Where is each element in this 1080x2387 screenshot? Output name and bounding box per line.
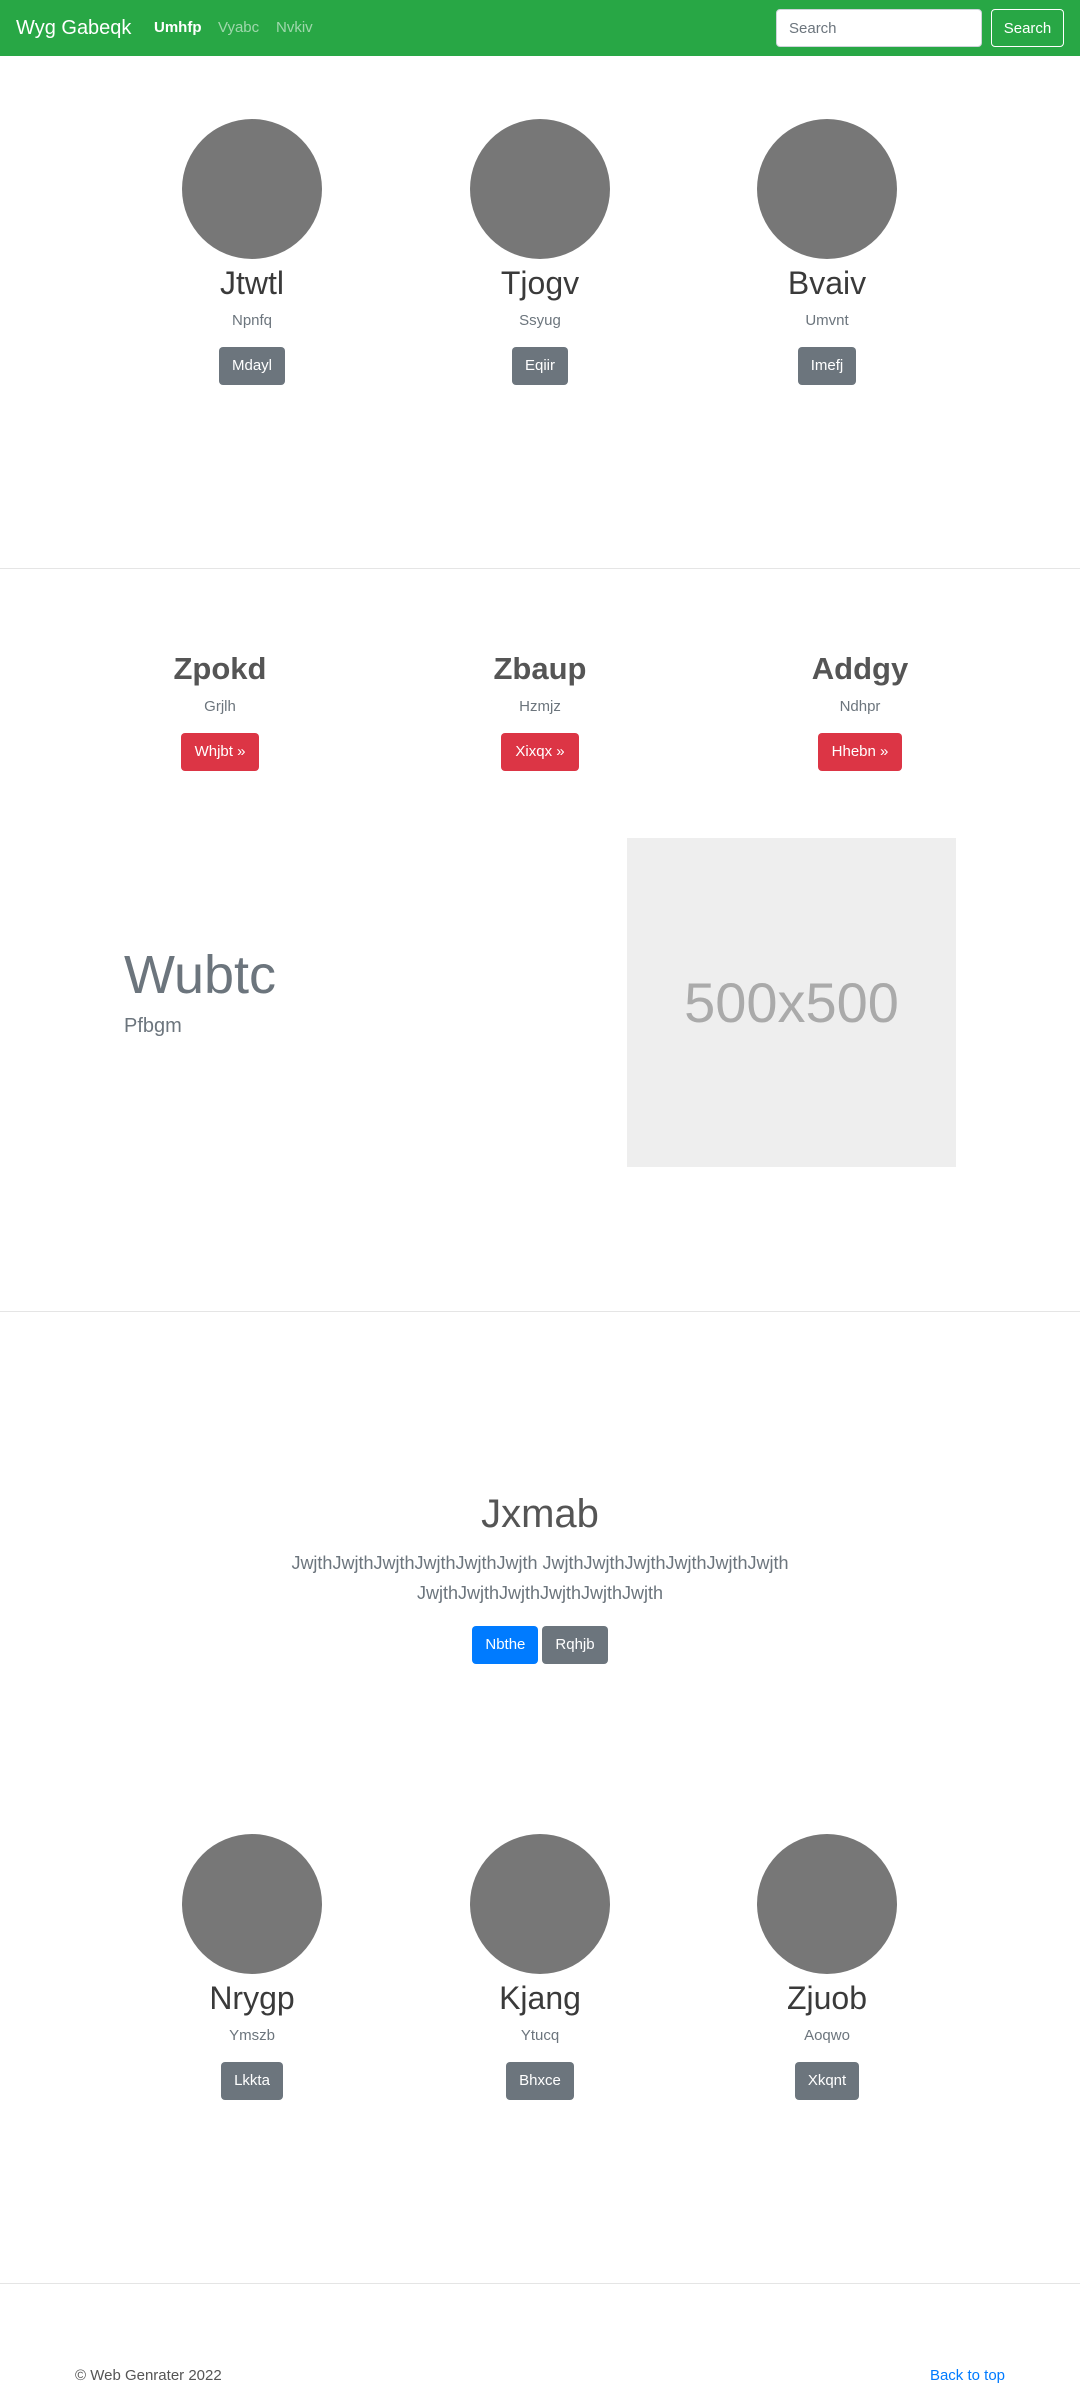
footer-copyright: © Web Genrater 2022 [75,2367,222,2384]
featurette-subheading: Pfbgm [124,1015,182,1037]
feature-title: Zpokd [173,651,267,686]
avatar-placeholder [182,1834,322,1974]
feature-column: Addgy Ndhpr Hhebn » [710,650,1010,771]
placeholder-image-label: 500x500 [684,971,899,1034]
feature-button[interactable]: Whjbt » [180,733,260,771]
profile-card: Tjogv Ssyug Eqiir [410,119,670,385]
divider [0,568,1080,569]
profile-name: Jtwtl [220,265,284,301]
avatar-placeholder [757,1834,897,1974]
feature-button[interactable]: Xixqx » [501,733,579,771]
profile-subtitle: Umvnt [805,312,849,329]
profile-button[interactable]: Imefj [797,347,857,385]
profile-subtitle: Npnfq [231,312,273,329]
placeholder-image: 500x500 [627,838,956,1167]
profile-subtitle: Ytucq [520,2027,560,2044]
profile-name: Kjang [499,1980,581,2016]
profile-subtitle: Ymszb [229,2027,275,2044]
avatar-placeholder [182,119,322,259]
profile-name: Zjuob [786,1980,868,2016]
feature-column: Zbaup Hzmjz Xixqx » [390,650,690,771]
profile-card: Nrygp Ymszb Lkkta [122,1834,382,2100]
navbar: Wyg Gabeqk Umhfp Vyabc Nvkiv Search [0,0,1080,56]
divider [0,1311,1080,1312]
profile-button[interactable]: Bhxce [506,2062,574,2100]
profile-card: Bvaiv Umvnt Imefj [697,119,957,385]
feature-button[interactable]: Hhebn » [817,733,903,771]
avatar-placeholder [470,119,610,259]
secondary-button[interactable]: Rqhjb [542,1626,608,1664]
profile-name: Tjogv [500,265,580,301]
primary-button[interactable]: Nbthe [472,1626,539,1664]
profile-name: Nrygp [209,1980,295,2016]
jumbotron-title: Jxmab [481,1492,599,1536]
feature-title: Zbaup [493,651,587,686]
profile-card: Kjang Ytucq Bhxce [410,1834,670,2100]
profile-button[interactable]: Eqiir [511,347,568,385]
search-button[interactable]: Search [991,9,1064,47]
profile-card: Jtwtl Npnfq Mdayl [122,119,382,385]
back-to-top-link[interactable]: Back to top [930,2366,1005,2386]
featurette-heading: Wubtc [124,945,277,1005]
search-input[interactable] [776,9,982,47]
feature-subtitle: Hzmjz [519,698,561,715]
feature-column: Zpokd Grjlh Whjbt » [70,650,370,771]
feature-subtitle: Grjlh [204,698,236,715]
nav-link-umhfp[interactable]: Umhfp [154,18,202,38]
nav-link-nvkiv[interactable]: Nvkiv [276,18,313,38]
profile-subtitle: Aoqwo [804,2027,850,2044]
avatar-placeholder [470,1834,610,1974]
feature-title: Addgy [811,651,909,686]
jumbotron-buttons: Nbthe Rqhjb [240,1626,840,1664]
brand-link[interactable]: Wyg Gabeqk [16,14,131,42]
profile-card: Zjuob Aoqwo Xkqnt [697,1834,957,2100]
jumbotron: Jxmab JwjthJwjthJwjthJwjthJwjthJwjth Jwj… [240,1488,840,1664]
nav-link-vyabc[interactable]: Vyabc [218,18,259,38]
avatar-placeholder [757,119,897,259]
profile-button[interactable]: Lkkta [221,2062,283,2100]
profile-subtitle: Ssyug [519,312,561,329]
jumbotron-text: JwjthJwjthJwjthJwjthJwjthJwjth JwjthJwjt… [291,1553,789,1603]
profile-button[interactable]: Mdayl [218,347,285,385]
profile-name: Bvaiv [787,265,867,301]
feature-subtitle: Ndhpr [839,698,881,715]
divider [0,2283,1080,2284]
profile-button[interactable]: Xkqnt [794,2062,860,2100]
